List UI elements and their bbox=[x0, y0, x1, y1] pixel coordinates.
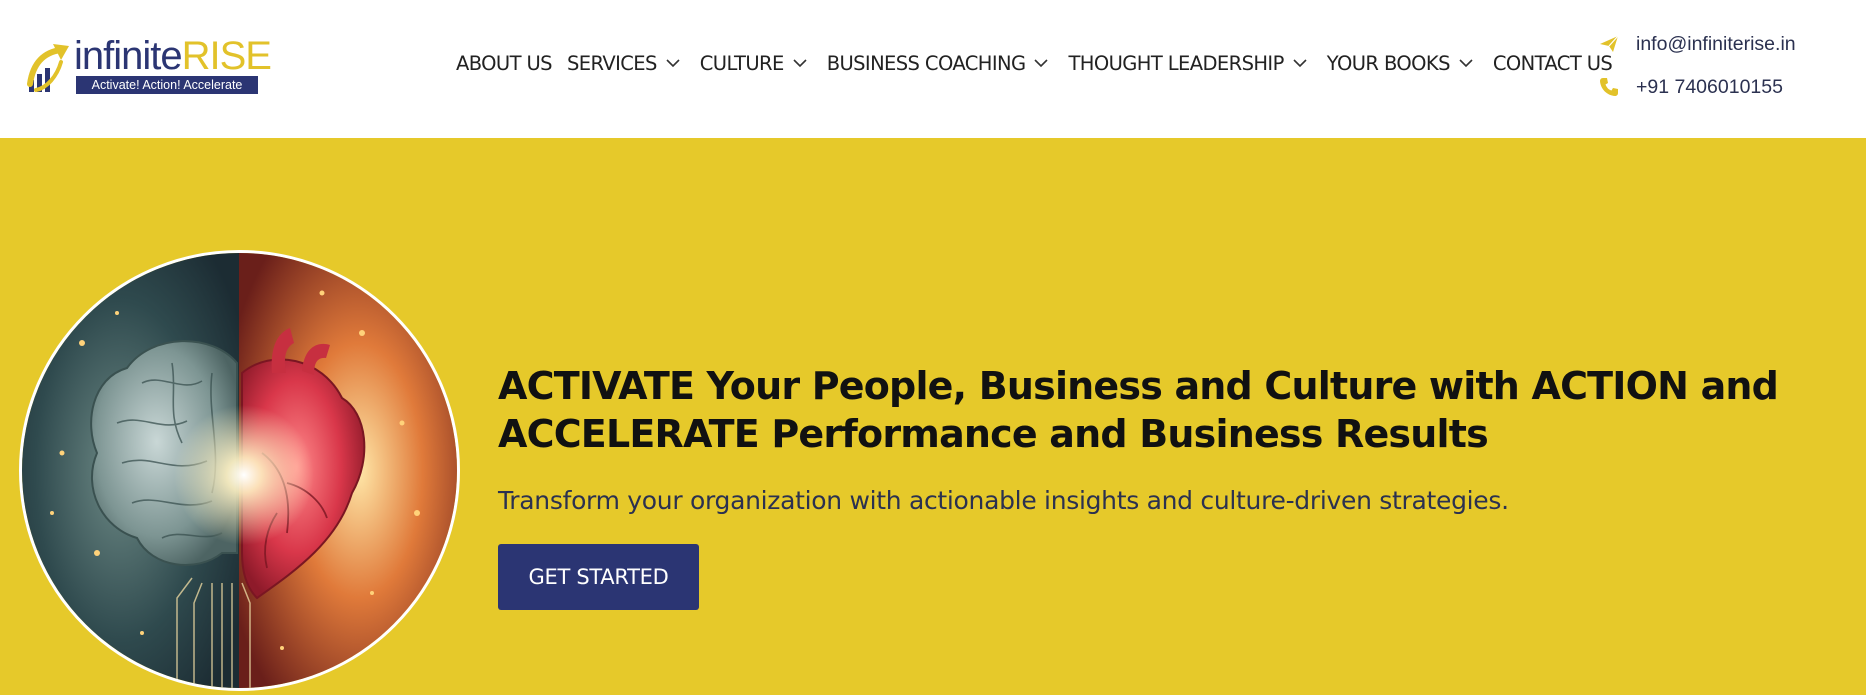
hero-subtitle: Transform your organization with actiona… bbox=[498, 486, 1509, 515]
nav-item-services[interactable]: SERVICES bbox=[567, 52, 682, 75]
main-nav: ABOUT US SERVICES CULTURE BUSINESS COACH… bbox=[456, 48, 1613, 78]
hero-title: ACTIVATE Your People, Business and Cultu… bbox=[498, 362, 1818, 458]
logo-tagline: Activate! Action! Accelerate bbox=[76, 76, 258, 94]
hero-title-line-2: ACCELERATE Performance and Business Resu… bbox=[498, 412, 1489, 456]
hero-title-line-1: ACTIVATE Your People, Business and Cultu… bbox=[498, 364, 1779, 408]
chevron-down-icon bbox=[1459, 59, 1473, 68]
chevron-down-icon bbox=[793, 59, 807, 68]
site-header: infiniteRISE Activate! Action! Accelerat… bbox=[0, 0, 1866, 138]
nav-item-label: CONTACT US bbox=[1492, 51, 1613, 75]
nav-item-your-books[interactable]: YOUR BOOKS bbox=[1327, 52, 1475, 75]
nav-item-thought-leadership[interactable]: THOUGHT LEADERSHIP bbox=[1068, 52, 1308, 75]
contact-phone-text: +91 7406010155 bbox=[1636, 75, 1783, 98]
site-logo[interactable]: infiniteRISE Activate! Action! Accelerat… bbox=[27, 34, 272, 96]
nav-item-label: CULTURE bbox=[699, 51, 785, 75]
nav-item-label: ABOUT US bbox=[456, 51, 553, 75]
nav-item-label: YOUR BOOKS bbox=[1326, 51, 1451, 75]
nav-item-culture[interactable]: CULTURE bbox=[700, 52, 809, 75]
nav-item-business-coaching[interactable]: BUSINESS COACHING bbox=[827, 52, 1051, 75]
chevron-down-icon bbox=[666, 59, 680, 68]
contact-email[interactable]: info@infiniterise.in bbox=[1598, 29, 1796, 59]
hero-image-brain-heart bbox=[19, 250, 460, 691]
nav-item-label: BUSINESS COACHING bbox=[826, 51, 1026, 75]
hero-section: ACTIVATE Your People, Business and Cultu… bbox=[0, 138, 1866, 695]
paper-plane-icon bbox=[1600, 35, 1619, 52]
get-started-button[interactable]: GET STARTED bbox=[498, 544, 699, 610]
nav-item-label: SERVICES bbox=[566, 51, 657, 75]
nav-item-about-us[interactable]: ABOUT US bbox=[456, 51, 553, 75]
nav-item-contact-us[interactable]: CONTACT US bbox=[1492, 51, 1613, 75]
phone-icon bbox=[1600, 78, 1618, 96]
nav-item-label: THOUGHT LEADERSHIP bbox=[1068, 51, 1284, 75]
logo-wordmark: infiniteRISE bbox=[74, 34, 272, 78]
logo-word-infinite: infinite bbox=[74, 34, 183, 78]
logo-growth-icon bbox=[27, 44, 69, 92]
contact-email-text: info@infiniterise.in bbox=[1636, 32, 1796, 55]
contact-phone[interactable]: +91 7406010155 bbox=[1598, 72, 1783, 102]
chevron-down-icon bbox=[1034, 59, 1049, 68]
chevron-down-icon bbox=[1293, 59, 1307, 68]
logo-word-rise: RISE bbox=[181, 34, 272, 78]
